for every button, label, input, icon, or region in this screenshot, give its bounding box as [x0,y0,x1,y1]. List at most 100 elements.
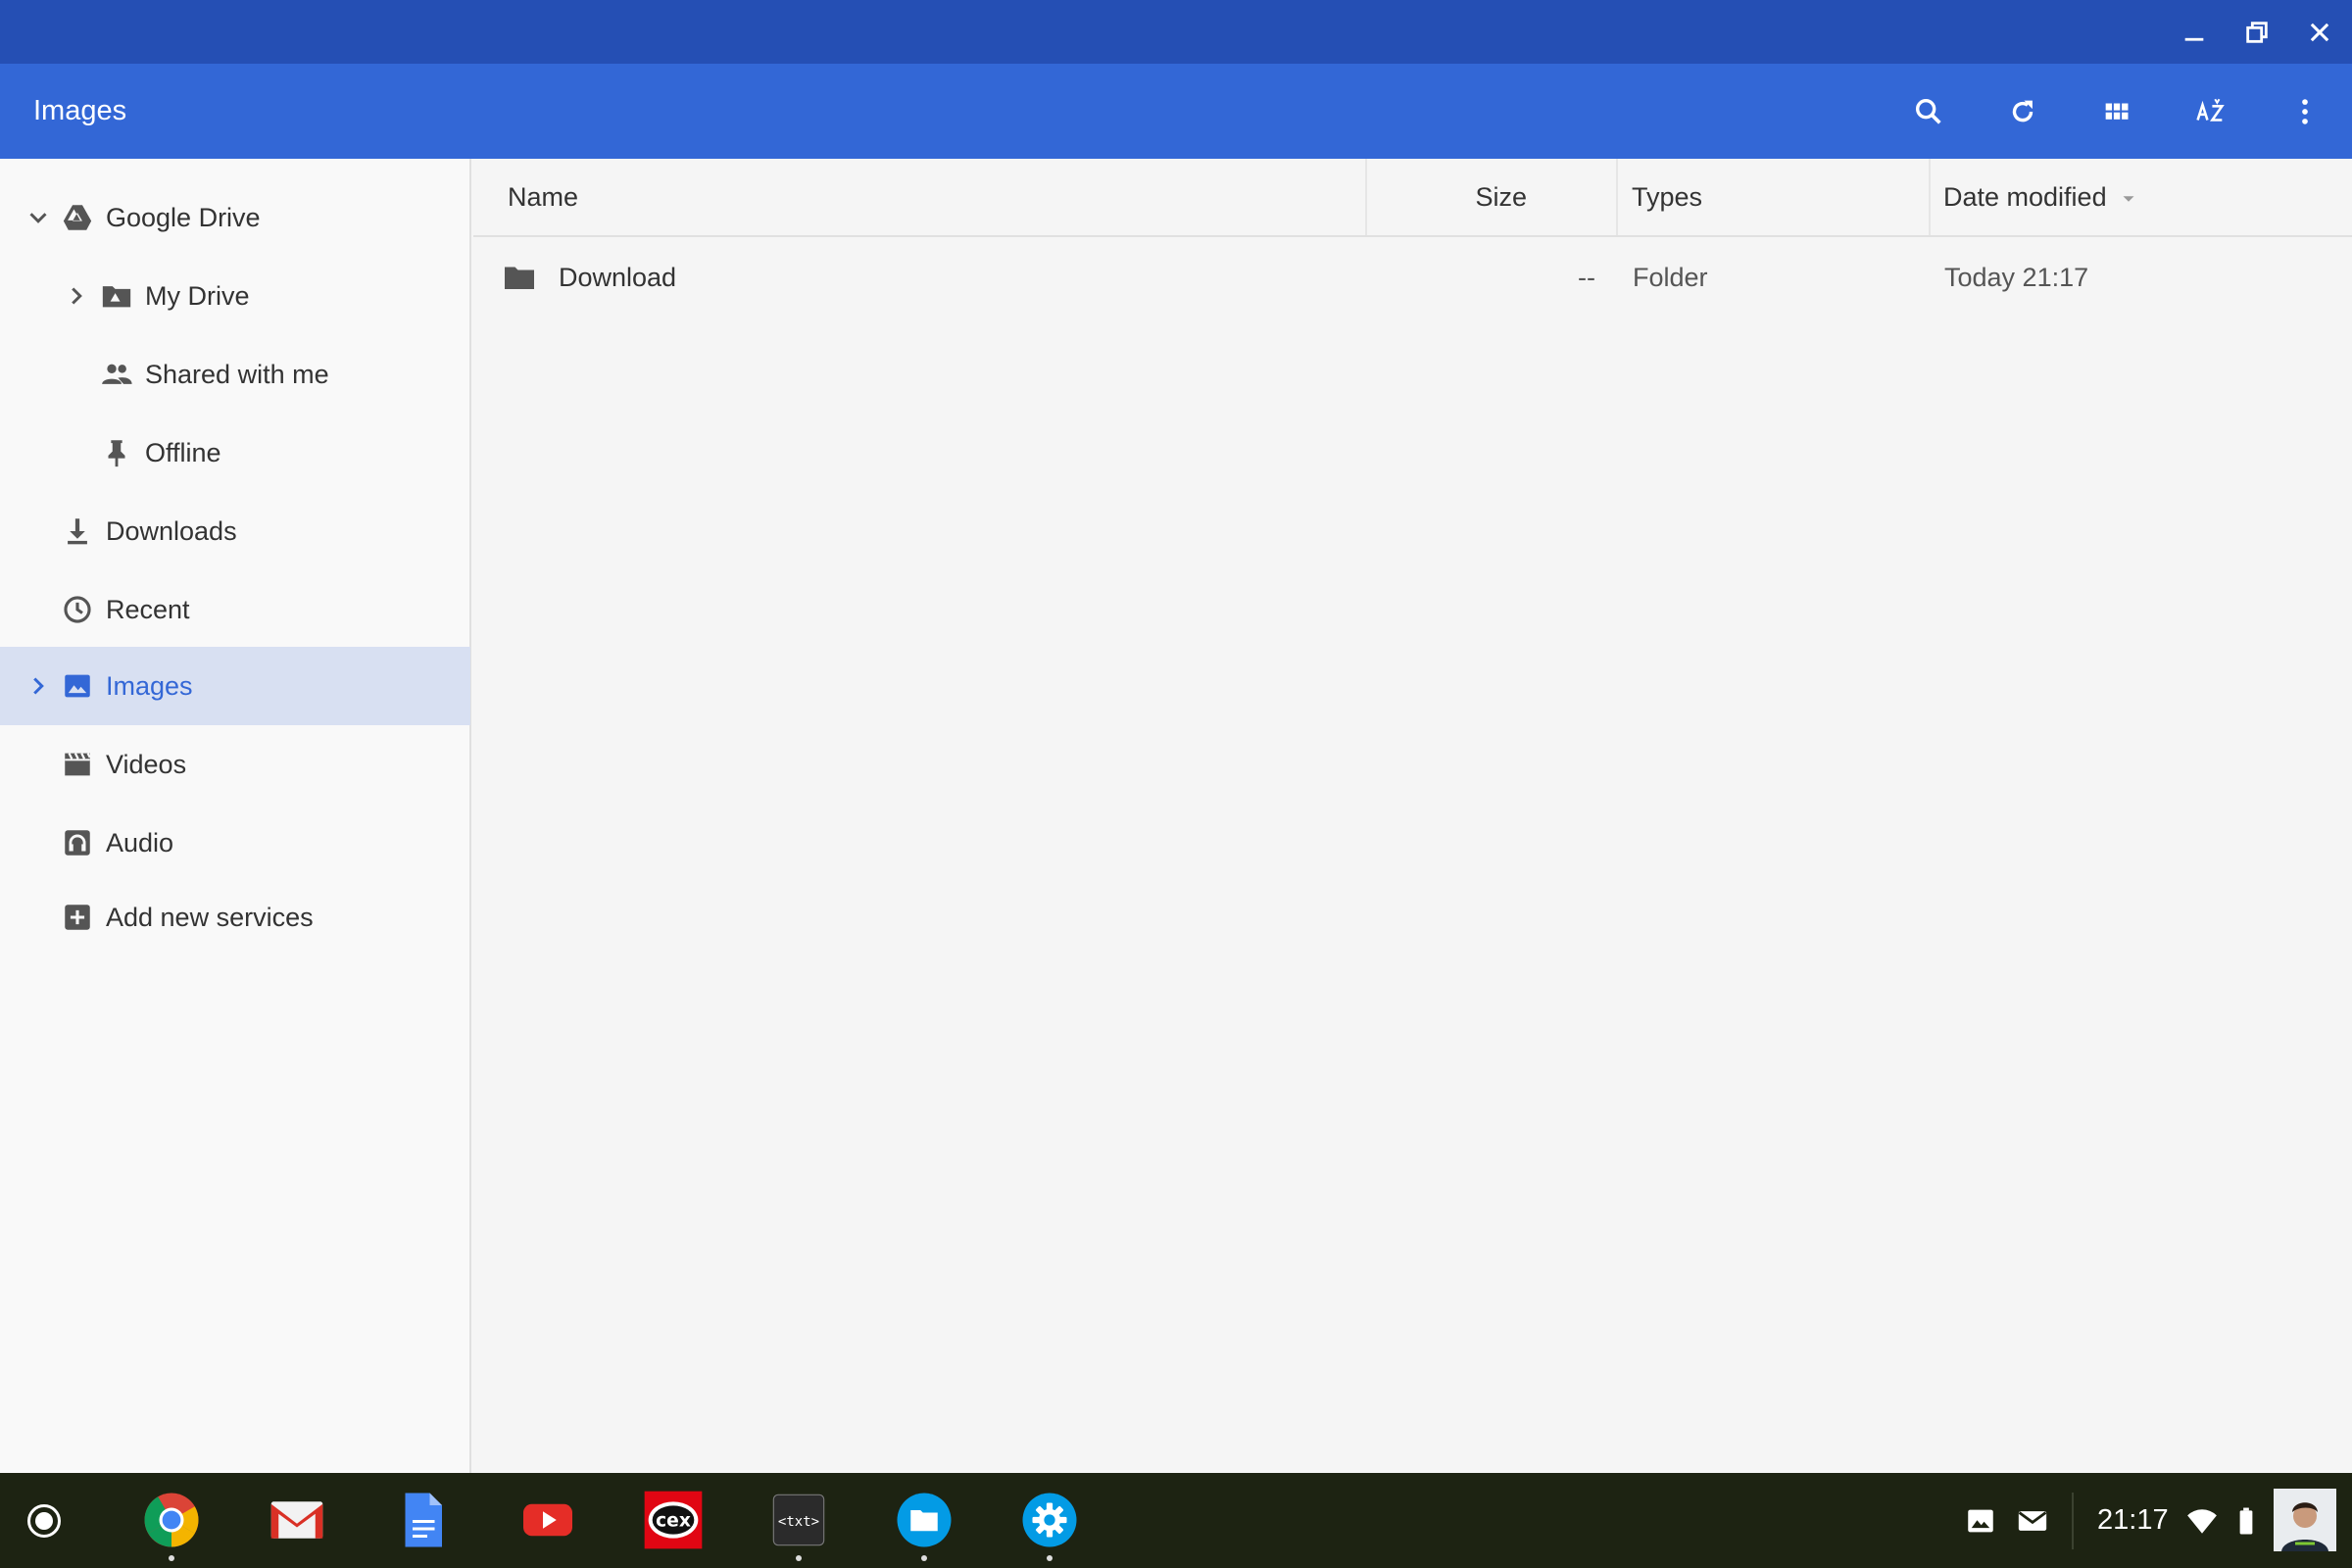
user-avatar[interactable] [2274,1489,2336,1551]
column-resizer[interactable] [1929,159,1931,235]
sort-descending-icon [2123,196,2134,202]
screenshot-notification-icon[interactable] [1964,1504,1997,1538]
restore-icon [2246,22,2268,43]
sidebar-item-label: Offline [145,438,221,467]
more-options-button[interactable] [2280,87,2329,136]
shelf-app-docs[interactable] [391,1489,454,1551]
close-icon [2310,23,2329,42]
settings-gear-icon [1022,1493,1077,1547]
people-icon [102,364,132,384]
sidebar-item-recent[interactable]: Recent [0,570,470,649]
row-type: Folder [1633,263,1708,292]
window-titlebar [0,0,2352,64]
sidebar-item-images[interactable]: Images [0,647,470,725]
shelf-app-chrome[interactable] [140,1489,203,1561]
running-indicator [169,1555,174,1561]
sidebar-item-add-new-services[interactable]: Add new services [0,878,470,956]
text-editor-icon: <txt> [772,1494,825,1546]
sidebar-item-label: Images [106,671,193,701]
mail-notification-icon[interactable] [2016,1504,2049,1538]
sidebar-item-label: Shared with me [145,360,329,389]
column-resizer[interactable] [1365,159,1367,235]
shelf-app-settings[interactable] [1018,1489,1081,1561]
image-icon [65,674,90,698]
refresh-icon [2012,100,2034,122]
running-indicator [1047,1555,1053,1561]
gmail-icon [270,1501,323,1539]
column-header-date-modified[interactable]: Date modified [1943,159,2139,235]
sidebar-item-label: Add new services [106,903,314,932]
sidebar-item-label: Recent [106,595,190,624]
navigation-sidebar: Google Drive My Drive Shared with me Off… [0,159,471,1473]
sidebar-item-my-drive[interactable]: My Drive [0,257,470,335]
sidebar-item-label: Downloads [106,516,237,546]
file-list-header: Name Size Types Date modified [473,159,2352,237]
shelf-app-files[interactable] [893,1489,956,1561]
shelf-app-text[interactable]: <txt> [767,1489,830,1561]
more-vert-icon [2302,99,2308,124]
column-header-size[interactable]: Size [1375,159,1527,235]
sidebar-item-downloads[interactable]: Downloads [0,492,470,570]
user-avatar-image [2274,1489,2336,1551]
sort-button[interactable] [2186,87,2235,136]
sidebar-item-offline[interactable]: Offline [0,414,470,492]
my-drive-folder-icon [102,286,131,308]
sidebar-item-audio[interactable]: Audio [0,804,470,882]
folder-icon [505,267,534,289]
minimize-icon [2184,37,2204,41]
launcher-button[interactable] [27,1504,61,1538]
running-indicator [921,1555,927,1561]
add-box-icon [65,905,90,930]
cex-icon: cex [644,1491,703,1549]
sidebar-item-shared-with-me[interactable]: Shared with me [0,335,470,414]
column-header-name[interactable]: Name [508,159,578,235]
column-header-label: Date modified [1943,182,2107,212]
clock-icon [64,596,91,623]
refresh-button[interactable] [1998,87,2047,136]
shelf-app-gmail[interactable] [266,1489,328,1551]
sidebar-item-label: My Drive [145,281,250,311]
sidebar-item-label: Audio [106,828,174,858]
wifi-icon[interactable] [2185,1504,2219,1538]
clock[interactable]: 21:17 [2097,1473,2169,1568]
chrome-icon [144,1493,199,1547]
chevron-right-icon[interactable] [24,671,53,701]
shelf-app-cex[interactable]: cex [642,1489,705,1551]
headphones-icon [65,830,90,856]
docs-icon [405,1493,442,1547]
column-header-types[interactable]: Types [1632,159,1702,235]
shelf-app-youtube[interactable] [516,1489,579,1551]
files-icon [897,1493,952,1547]
row-size: -- [1578,263,1595,292]
chevron-right-icon[interactable] [62,281,91,311]
file-list: Name Size Types Date modified Download -… [473,159,2352,1473]
svg-text:cex: cex [656,1511,691,1532]
tray-separator [2072,1493,2074,1549]
restore-button[interactable] [2236,12,2278,53]
chevron-down-icon[interactable] [24,203,53,232]
sort-az-icon [2196,98,2225,122]
sidebar-item-google-drive[interactable]: Google Drive [0,178,470,257]
youtube-icon [523,1503,572,1537]
row-date-modified: Today 21:17 [1944,263,2089,292]
sidebar-item-label: Google Drive [106,203,261,232]
google-drive-icon [63,205,92,230]
row-name: Download [559,263,677,292]
table-row[interactable]: Download -- Folder Today 21:17 [473,238,2352,317]
grid-view-icon [2105,103,2129,120]
running-indicator [796,1555,802,1561]
shelf: cex <txt> 21:17 [0,1473,2352,1568]
close-button[interactable] [2299,12,2340,53]
grid-view-button[interactable] [2092,87,2141,136]
column-resizer[interactable] [1616,159,1618,235]
folder-title: Images [33,95,127,126]
pin-icon [108,440,125,467]
sidebar-item-label: Videos [106,750,187,779]
clapperboard-icon [65,753,91,776]
download-icon [68,518,87,545]
sidebar-item-videos[interactable]: Videos [0,725,470,804]
search-button[interactable] [1904,87,1953,136]
minimize-button[interactable] [2174,12,2215,53]
battery-icon[interactable] [2230,1504,2263,1538]
svg-text:<txt>: <txt> [778,1514,819,1530]
